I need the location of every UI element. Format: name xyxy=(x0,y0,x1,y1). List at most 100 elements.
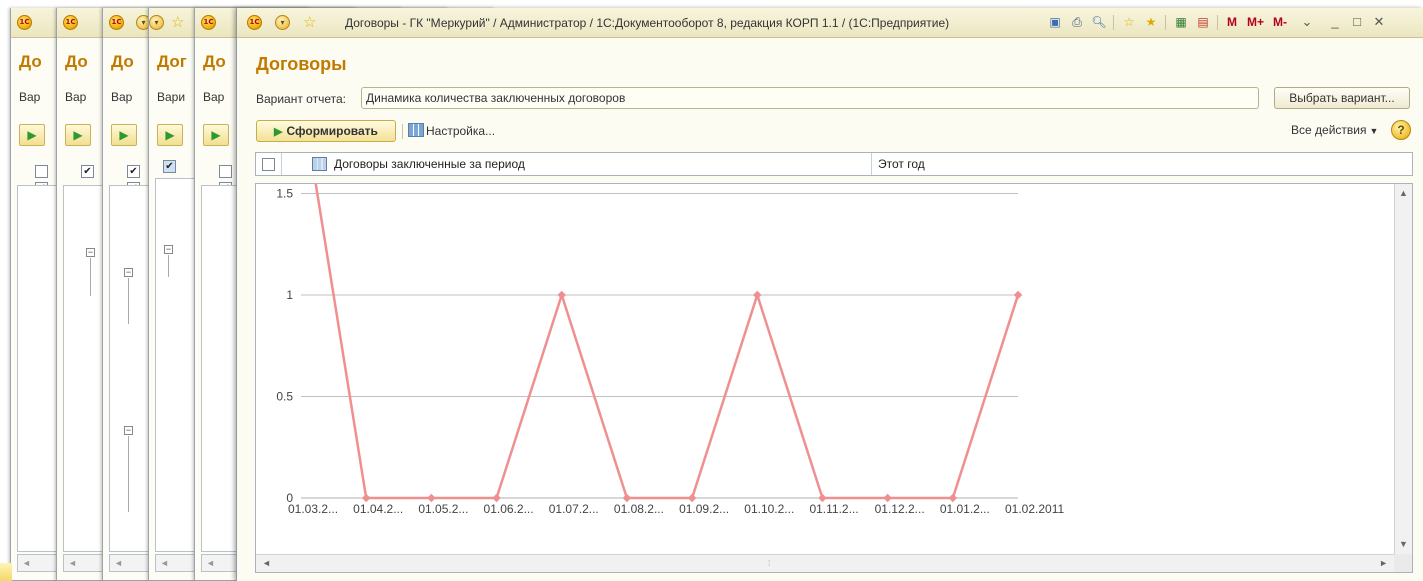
run-button[interactable]: ▶ xyxy=(19,124,45,146)
data-point xyxy=(883,493,892,503)
scroll-left-icon[interactable]: ◄ xyxy=(262,558,271,568)
tree-line xyxy=(168,255,169,277)
1c-logo-icon[interactable]: 1C xyxy=(247,15,262,30)
scroll-thumb[interactable]: ⁞ xyxy=(768,559,770,568)
checkbox[interactable] xyxy=(35,165,48,178)
x-tick-label: 01.02.2011 xyxy=(1005,502,1064,516)
all-actions-label: Все действия xyxy=(1291,123,1367,137)
data-point xyxy=(818,493,827,503)
run-button[interactable]: ▶ xyxy=(203,124,229,146)
column-divider xyxy=(281,153,282,175)
window-title: Договоры - ГК "Меркурий" / Администратор… xyxy=(345,16,950,30)
toolbar-separator xyxy=(1217,15,1218,30)
horizontal-scrollbar[interactable]: ◄ ⁞ ► xyxy=(256,554,1394,572)
y-tick-label: 1.5 xyxy=(276,187,293,201)
save-icon[interactable]: ▣ xyxy=(1047,14,1063,30)
data-point xyxy=(427,493,436,503)
x-tick-label: 01.12.2... xyxy=(875,502,925,516)
tree-line xyxy=(128,436,129,512)
setting-value[interactable]: Этот год xyxy=(878,157,925,171)
memory-minus-button[interactable]: M- xyxy=(1273,14,1287,30)
chevron-down-icon[interactable]: ⌄ xyxy=(1299,14,1315,30)
close-icon[interactable]: ✕ xyxy=(1371,14,1387,30)
favorites-icon[interactable]: ★ xyxy=(1143,14,1159,30)
favorite-star-icon[interactable]: ☆ xyxy=(303,15,316,30)
x-tick-label: 01.03.2... xyxy=(288,502,338,516)
all-actions-menu[interactable]: Все действия ▼ xyxy=(1291,123,1378,137)
data-point xyxy=(557,290,566,300)
report-chart-area: 0 0.5 1 1.5 01.03.2... 01.04.2... 01.05.2... 01… xyxy=(255,183,1413,573)
menu-dropdown-icon[interactable]: ▾ xyxy=(149,15,164,30)
scrollbar-corner xyxy=(1394,554,1412,572)
setting-checkbox[interactable] xyxy=(262,158,275,171)
1c-logo-icon: 1C xyxy=(63,15,78,30)
tree-collapse-icon[interactable]: − xyxy=(124,426,133,435)
memory-plus-button[interactable]: M+ xyxy=(1247,14,1264,30)
favorite-star-icon[interactable]: ☆ xyxy=(171,15,184,30)
print-icon[interactable]: ⎙ xyxy=(1069,14,1085,30)
print-preview-icon[interactable]: 🔍︎ xyxy=(1091,14,1107,30)
main-menu-dropdown-icon[interactable]: ▾ xyxy=(275,15,290,30)
run-button[interactable]: ▶ xyxy=(111,124,137,146)
checkbox[interactable] xyxy=(219,165,232,178)
period-setting-icon xyxy=(312,157,327,171)
calculator-icon[interactable]: ▦ xyxy=(1173,14,1189,30)
x-tick-label: 01.09.2... xyxy=(679,502,729,516)
report-variant-field[interactable]: Динамика количества заключенных договоро… xyxy=(361,87,1259,109)
1c-logo-icon: 1C xyxy=(17,15,32,30)
data-point xyxy=(1013,290,1023,300)
window-title: До xyxy=(65,52,88,71)
window-title: До xyxy=(111,52,134,71)
tree-collapse-icon[interactable]: − xyxy=(124,268,133,277)
x-tick-label: 01.08.2... xyxy=(614,502,664,516)
taskbar-edge xyxy=(0,563,12,581)
add-favorite-icon[interactable]: ☆ xyxy=(1121,14,1137,30)
x-tick-label: 01.05.2... xyxy=(418,502,468,516)
chevron-down-icon: ▼ xyxy=(1369,126,1379,136)
run-button[interactable]: ▶ xyxy=(157,124,183,146)
1c-logo-icon: 1C xyxy=(109,15,124,30)
scroll-down-icon[interactable]: ▼ xyxy=(1399,539,1408,549)
scroll-up-icon[interactable]: ▲ xyxy=(1399,188,1408,198)
data-point xyxy=(361,493,371,503)
tree-collapse-icon[interactable]: − xyxy=(164,245,173,254)
series-line xyxy=(314,184,1020,500)
toolbar-separator xyxy=(402,124,403,139)
minimize-icon[interactable]: _ xyxy=(1327,14,1343,30)
x-tick-label: 01.04.2... xyxy=(353,502,403,516)
generate-report-label: Сформировать xyxy=(286,124,378,138)
checkbox[interactable]: ✔ xyxy=(81,165,94,178)
x-tick-label: 01.06.2... xyxy=(484,502,534,516)
x-tick-label: 01.01.2... xyxy=(940,502,990,516)
toolbar-separator xyxy=(1113,15,1114,30)
maximize-icon[interactable]: □ xyxy=(1349,14,1365,30)
variant-label: Вари xyxy=(157,90,186,104)
checkbox[interactable]: ✔ xyxy=(163,160,176,173)
variant-label: Вар xyxy=(19,90,41,104)
tree-line xyxy=(90,258,91,296)
tree-collapse-icon[interactable]: − xyxy=(86,248,95,257)
variant-label: Вариант отчета: xyxy=(256,92,346,106)
1c-logo-icon: 1C xyxy=(201,15,216,30)
x-tick-label: 01.11.2... xyxy=(809,502,858,516)
tree-line xyxy=(128,278,129,324)
report-settings-table: Договоры заключенные за период Этот год xyxy=(255,152,1413,176)
window-title: Дог xyxy=(157,52,187,71)
variant-label: Вар xyxy=(203,90,225,104)
memory-m-button[interactable]: M xyxy=(1227,14,1237,30)
y-tick-label: 1 xyxy=(286,288,293,302)
choose-variant-button[interactable]: Выбрать вариант... xyxy=(1274,87,1410,109)
generate-report-button[interactable]: ▶ Сформировать xyxy=(256,120,396,142)
run-button[interactable]: ▶ xyxy=(65,124,91,146)
scroll-right-icon[interactable]: ► xyxy=(1379,558,1388,568)
line-chart: 00.511.501.03.2... 01.04.2... 01.05.2... 01… xyxy=(276,184,1064,516)
page-title: Договоры xyxy=(256,54,347,74)
settings-button[interactable]: Настройка... xyxy=(408,123,495,138)
calendar-icon[interactable]: ▤ xyxy=(1195,14,1211,30)
vertical-scrollbar[interactable]: ▲ ▼ xyxy=(1394,184,1412,555)
x-tick-label: 01.10.2... xyxy=(744,502,794,516)
checkbox[interactable]: ✔ xyxy=(127,165,140,178)
data-point xyxy=(687,493,697,503)
help-button[interactable]: ? xyxy=(1391,120,1411,140)
main-window[interactable]: 1C ▾ ☆ Договоры - ГК "Меркурий" / Админи… xyxy=(236,8,1423,581)
